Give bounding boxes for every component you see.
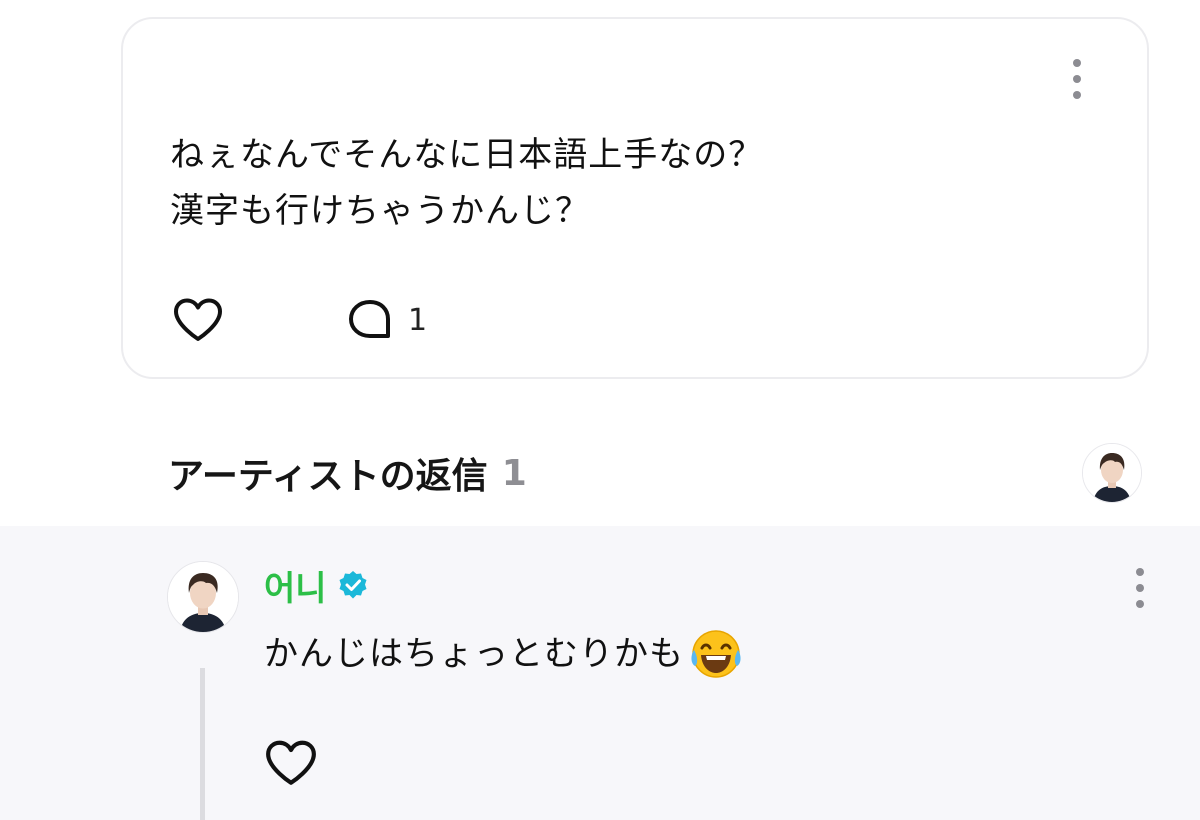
- artist-replies-header: アーティストの返信 1: [168, 446, 527, 500]
- post-actions: 1: [172, 293, 427, 347]
- reply-author-avatar[interactable]: [167, 561, 239, 633]
- more-dot: [1136, 584, 1144, 592]
- reply-text: かんじはちょっとむりかも: [264, 626, 744, 682]
- more-options-icon[interactable]: [1065, 59, 1089, 99]
- comment-icon: [349, 300, 390, 338]
- heart-icon: [174, 298, 222, 341]
- artist-replies-count: 1: [501, 452, 527, 494]
- comment-count: 1: [408, 302, 428, 338]
- comment-button[interactable]: 1: [346, 298, 427, 342]
- reply-author-avatar-image: [168, 562, 238, 632]
- more-dot: [1073, 75, 1081, 83]
- heart-icon: [266, 740, 316, 785]
- verified-badge-icon: [339, 571, 367, 599]
- artist-replies-title: アーティストの返信: [168, 456, 488, 497]
- artist-avatar[interactable]: [1082, 443, 1142, 503]
- reply-like-button[interactable]: [264, 736, 324, 790]
- more-dot: [1073, 91, 1081, 99]
- post-text: ねぇなんでそんなに日本語上手なの？ 漢字も行けちゃうかんじ？: [170, 127, 763, 239]
- thread-line: [200, 668, 205, 820]
- post-text-line: 漢字も行けちゃうかんじ？: [170, 191, 590, 231]
- reply-more-options-icon[interactable]: [1128, 568, 1152, 608]
- post-text-line: ねぇなんでそんなに日本語上手なの？: [170, 135, 764, 175]
- more-dot: [1136, 600, 1144, 608]
- more-dot: [1073, 59, 1081, 67]
- post-card: ねぇなんでそんなに日本語上手なの？ 漢字も行けちゃうかんじ？ 1: [121, 17, 1149, 379]
- face-with-tears-of-joy-icon: [691, 630, 741, 678]
- reply-author-name[interactable]: 어니: [264, 561, 327, 610]
- reply-text-content: かんじはちょっとむりかも: [264, 634, 684, 674]
- more-dot: [1136, 568, 1144, 576]
- reply-area: 어니 かんじはちょっとむりかも: [0, 526, 1200, 820]
- like-button[interactable]: [172, 293, 228, 347]
- page: ねぇなんでそんなに日本語上手なの？ 漢字も行けちゃうかんじ？ 1 アーティストの…: [0, 0, 1200, 820]
- reply-author-row: 어니: [264, 560, 369, 610]
- artist-avatar-image: [1083, 444, 1141, 502]
